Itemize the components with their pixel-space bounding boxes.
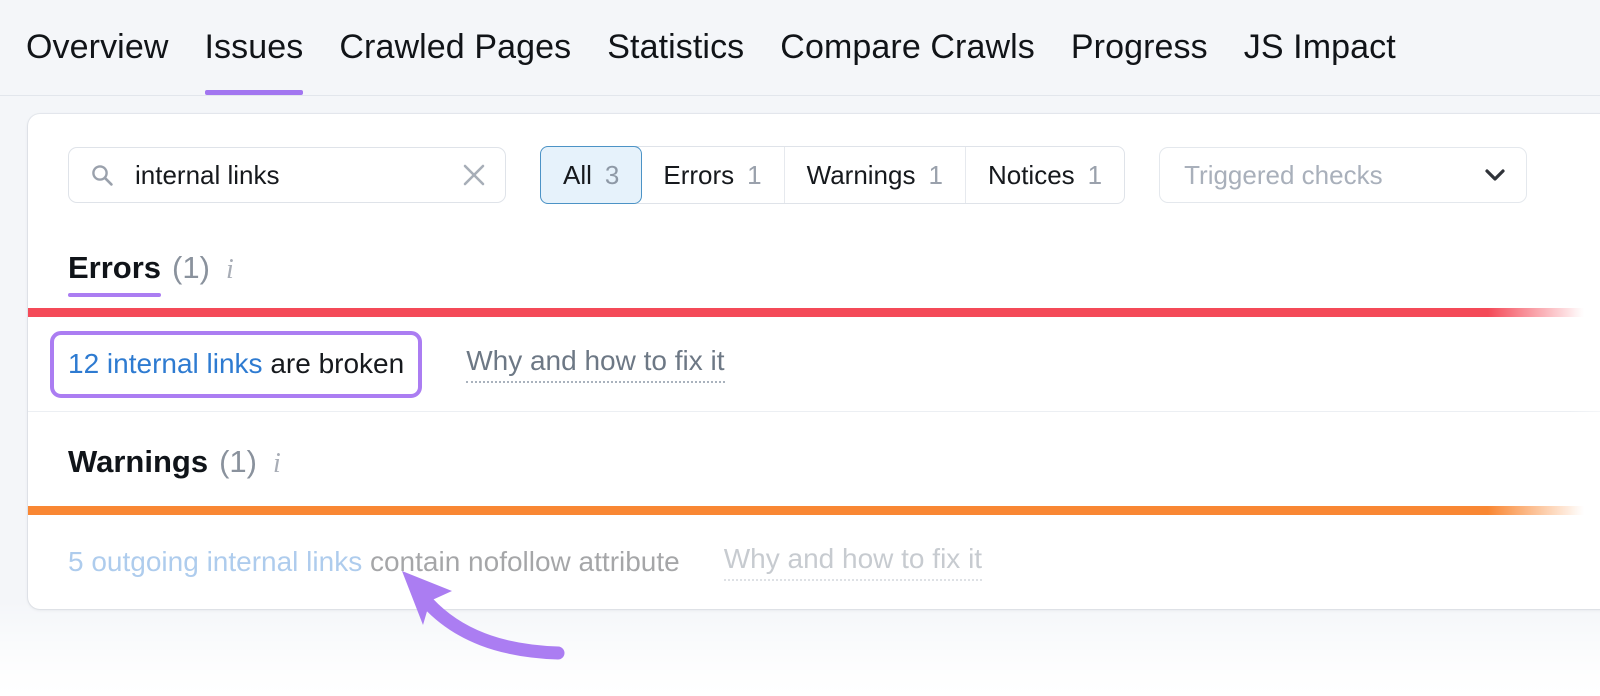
nav-tab-label: Progress [1070, 28, 1208, 66]
issue-link[interactable]: 5 outgoing internal links [68, 546, 362, 577]
section-header-errors: Errors (1) i [28, 250, 1600, 308]
issue-link[interactable]: 12 internal links [68, 348, 263, 379]
top-navigation: Overview Issues Crawled Pages Statistics… [0, 0, 1600, 96]
issue-title-rest: contain nofollow attribute [362, 546, 680, 577]
highlight-annotation-box: 12 internal links are broken [50, 330, 423, 398]
nav-tab-overview[interactable]: Overview [26, 0, 169, 95]
filter-count: 1 [928, 159, 943, 190]
search-input[interactable] [69, 148, 505, 202]
nav-tab-label: Compare Crawls [780, 28, 1035, 66]
bottom-edge-fade [0, 600, 1600, 696]
filter-tab-warnings[interactable]: Warnings 1 [785, 147, 966, 203]
severity-filter-group: All 3 Errors 1 Warnings 1 Notices 1 [540, 146, 1126, 204]
nav-tab-list: Overview Issues Crawled Pages Statistics… [0, 0, 1600, 95]
issues-toolbar: All 3 Errors 1 Warnings 1 Notices 1 Trig… [28, 114, 1600, 204]
issues-panel-container: All 3 Errors 1 Warnings 1 Notices 1 Trig… [0, 96, 1600, 696]
why-and-how-to-fix-link[interactable]: Why and how to fix it [723, 543, 983, 581]
nav-tab-issues[interactable]: Issues [204, 0, 304, 95]
filter-label: Warnings [806, 159, 916, 190]
filter-tab-all[interactable]: All 3 [540, 146, 643, 204]
issue-row: 12 internal links are broken Why and how… [28, 317, 1600, 412]
filter-count: 3 [604, 159, 620, 190]
nav-tab-label: Statistics [607, 28, 745, 66]
filter-tab-notices[interactable]: Notices 1 [966, 147, 1124, 203]
filter-count: 1 [747, 159, 762, 190]
info-icon[interactable]: i [273, 448, 281, 480]
nav-tab-js-impact[interactable]: JS Impact [1244, 0, 1396, 95]
severity-bar-error [28, 308, 1600, 317]
search-icon [91, 164, 113, 186]
filter-tab-errors[interactable]: Errors 1 [641, 147, 785, 203]
issues-card: All 3 Errors 1 Warnings 1 Notices 1 Trig… [28, 114, 1600, 609]
nav-tab-crawled-pages[interactable]: Crawled Pages [339, 0, 571, 95]
issue-row: 5 outgoing internal links contain nofoll… [28, 515, 1600, 609]
active-tab-indicator [204, 90, 304, 95]
nav-tab-label: Overview [26, 28, 169, 66]
issue-title: 12 internal links are broken [68, 348, 404, 380]
dropdown-label: Triggered checks [1184, 159, 1383, 190]
section-title: Warnings [68, 444, 209, 479]
triggered-checks-dropdown[interactable]: Triggered checks [1159, 147, 1528, 203]
filter-label: Errors [663, 159, 735, 190]
issue-title: 5 outgoing internal links contain nofoll… [68, 546, 680, 578]
nav-tab-label: Crawled Pages [339, 28, 572, 66]
info-icon[interactable]: i [226, 254, 234, 286]
severity-bar-warning [28, 506, 1600, 515]
section-header-warnings: Warnings (1) i [28, 444, 1600, 506]
filter-count: 1 [1087, 159, 1103, 190]
chevron-down-icon [1484, 168, 1506, 182]
search-box[interactable] [68, 147, 506, 203]
why-and-how-to-fix-link[interactable]: Why and how to fix it [466, 345, 725, 383]
nav-tab-statistics[interactable]: Statistics [607, 0, 744, 95]
filter-label: All [563, 159, 592, 190]
nav-tab-compare-crawls[interactable]: Compare Crawls [780, 0, 1035, 95]
nav-tab-label: Issues [204, 28, 304, 66]
section-title: Errors [68, 250, 162, 297]
issue-title-rest: are broken [262, 347, 405, 379]
clear-search-icon[interactable] [461, 162, 487, 188]
nav-tab-progress[interactable]: Progress [1071, 0, 1208, 95]
section-count: (1) [219, 444, 257, 479]
filter-label: Notices [987, 159, 1075, 190]
nav-tab-label: JS Impact [1243, 28, 1396, 66]
section-count: (1) [172, 250, 210, 285]
